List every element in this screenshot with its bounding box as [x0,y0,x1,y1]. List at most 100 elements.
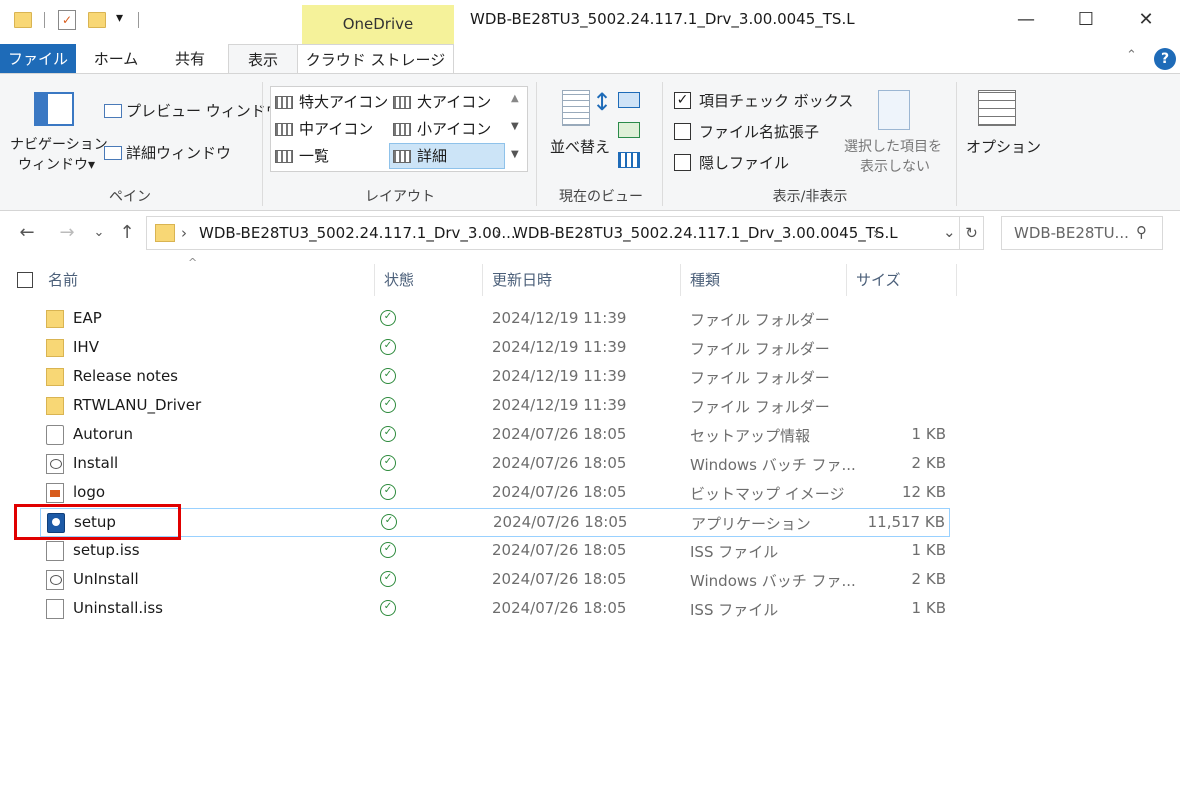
medium-icons-icon [275,122,293,136]
details-pane-button[interactable]: 詳細ウィンドウ [104,142,231,163]
item-checkbox-checked[interactable]: ✓ [674,92,691,109]
search-box[interactable]: WDB-BE28TU... ⚲ [1001,216,1163,250]
column-header-modified[interactable]: 更新日時 [492,264,552,296]
sync-status-icon: ✓ [380,484,396,500]
breadcrumb-separator[interactable]: › [181,224,187,242]
gallery-more-icon[interactable]: ▼ [511,149,519,160]
file-type: Windows バッチ ファ... [690,456,856,474]
collapse-ribbon-icon[interactable]: ⌃ [1126,48,1142,63]
group-by-icon[interactable] [618,92,640,108]
properties-icon[interactable]: ✓ [58,10,76,30]
recent-locations-button[interactable]: ⌄ [88,220,110,246]
column-header-size[interactable]: サイズ [856,264,901,296]
minimize-button[interactable]: — [1014,8,1038,32]
layout-small-icons[interactable]: 小アイコン [393,116,491,142]
layout-list[interactable]: 一覧 [275,143,329,169]
column-header-type[interactable]: 種類 [690,264,720,296]
qat-dropdown-icon[interactable]: ▾ [116,10,123,26]
column-divider[interactable] [680,264,681,296]
layout-details[interactable]: 詳細 [389,143,505,169]
breadcrumb-separator[interactable]: › [495,224,501,242]
column-divider[interactable] [482,264,483,296]
layout-large-icons[interactable]: 大アイコン [393,89,491,115]
file-name[interactable]: setup.iss [73,541,140,559]
current-view-group-label: 現在のビュー [559,189,643,205]
column-header-status[interactable]: 状態 [384,264,414,296]
folder-icon[interactable] [14,12,32,28]
extensions-toggle[interactable]: ファイル名拡張子 [674,121,819,142]
file-row[interactable]: RTWLANU_Driver ✓ 2024/12/19 11:39 ファイル フ… [40,392,950,421]
hidden-items-toggle[interactable]: 隠しファイル [674,152,789,173]
item-checkbox-toggle[interactable]: ✓ 項目チェック ボックス [674,90,853,111]
file-date: 2024/07/26 18:05 [492,454,627,472]
hide-selected-label-1[interactable]: 選択した項目を [844,136,942,156]
file-row[interactable]: EAP ✓ 2024/12/19 11:39 ファイル フォルダー [40,305,950,334]
search-icon[interactable]: ⚲ [1136,223,1147,241]
layout-extra-large-icons[interactable]: 特大アイコン [275,89,388,115]
breadcrumb-parent[interactable]: WDB-BE28TU3_5002.24.117.1_Drv_3.00... [199,224,516,242]
bitmap-image-icon [46,483,64,503]
large-icons-icon [393,95,411,109]
file-row[interactable]: Autorun ✓ 2024/07/26 18:05 セットアップ情報 1 KB [40,421,950,450]
refresh-button[interactable]: ↻ [960,216,984,250]
help-button[interactable]: ? [1154,48,1176,70]
tab-cloud-storage[interactable]: クラウド ストレージ [298,44,454,74]
file-name[interactable]: Install [73,454,118,472]
file-name[interactable]: EAP [73,309,102,327]
column-divider[interactable] [956,264,957,296]
preview-pane-button[interactable]: プレビュー ウィンドウ [104,100,281,121]
new-folder-icon[interactable] [88,12,106,28]
forward-button[interactable]: → [56,220,78,246]
file-name[interactable]: IHV [73,338,99,356]
extensions-checkbox[interactable] [674,123,691,140]
file-name[interactable]: UnInstall [73,570,139,588]
tab-view[interactable]: 表示 [228,44,298,74]
gallery-scroll-up-icon[interactable]: ▲ [511,93,519,104]
search-input[interactable]: WDB-BE28TU... [1014,224,1129,242]
file-date: 2024/07/26 18:05 [493,513,628,531]
file-name[interactable]: logo [73,483,105,501]
maximize-button[interactable]: ☐ [1074,8,1098,32]
sort-by-label[interactable]: 並べ替え [550,136,610,157]
file-row[interactable]: setup.iss ✓ 2024/07/26 18:05 ISS ファイル 1 … [40,537,950,566]
gallery-scroll-down-icon[interactable]: ▼ [511,121,519,132]
column-header-name[interactable]: 名前 [48,264,78,296]
layout-medium-icons[interactable]: 中アイコン [275,116,373,142]
file-row[interactable]: Install ✓ 2024/07/26 18:05 Windows バッチ フ… [40,450,950,479]
file-name[interactable]: Release notes [73,367,178,385]
file-row[interactable]: Release notes ✓ 2024/12/19 11:39 ファイル フォ… [40,363,950,392]
options-label[interactable]: オプション [966,136,1041,157]
tab-file[interactable]: ファイル [0,44,76,74]
file-type: ビットマップ イメージ [690,485,845,503]
column-divider[interactable] [846,264,847,296]
nav-pane-label-1[interactable]: ナビゲーション [10,134,108,154]
size-columns-icon[interactable] [618,152,640,168]
file-type: ファイル フォルダー [690,398,830,416]
options-icon[interactable] [978,90,1016,126]
file-name[interactable]: Uninstall.iss [73,599,163,617]
sort-icon[interactable] [562,90,590,126]
close-button[interactable]: ✕ [1134,8,1158,32]
hide-selected-label-2[interactable]: 表示しない [860,156,930,176]
nav-pane-label-2[interactable]: ウィンドウ▾ [18,154,95,174]
address-dropdown-icon[interactable]: ⌄ [943,223,956,241]
hidden-items-checkbox[interactable] [674,154,691,171]
add-columns-icon[interactable] [618,122,640,138]
hide-selected-icon[interactable] [878,90,910,130]
navigation-pane-icon[interactable] [34,92,74,126]
file-name[interactable]: Autorun [73,425,133,443]
file-row[interactable]: UnInstall ✓ 2024/07/26 18:05 Windows バッチ… [40,566,950,595]
setup-info-file-icon [46,425,64,445]
column-divider[interactable] [374,264,375,296]
breadcrumb-separator[interactable]: › [873,224,879,242]
file-row[interactable]: Uninstall.iss ✓ 2024/07/26 18:05 ISS ファイ… [40,595,950,624]
up-button[interactable]: ↑ [116,220,138,246]
tab-share[interactable]: 共有 [158,44,222,74]
file-name[interactable]: RTWLANU_Driver [73,396,201,414]
back-button[interactable]: ← [16,220,38,246]
breadcrumb-current[interactable]: WDB-BE28TU3_5002.24.117.1_Drv_3.00.0045_… [513,224,898,242]
address-bar[interactable]: › WDB-BE28TU3_5002.24.117.1_Drv_3.00... … [146,216,960,250]
tab-home[interactable]: ホーム [84,44,148,74]
select-all-checkbox[interactable] [17,272,33,288]
file-row[interactable]: IHV ✓ 2024/12/19 11:39 ファイル フォルダー [40,334,950,363]
